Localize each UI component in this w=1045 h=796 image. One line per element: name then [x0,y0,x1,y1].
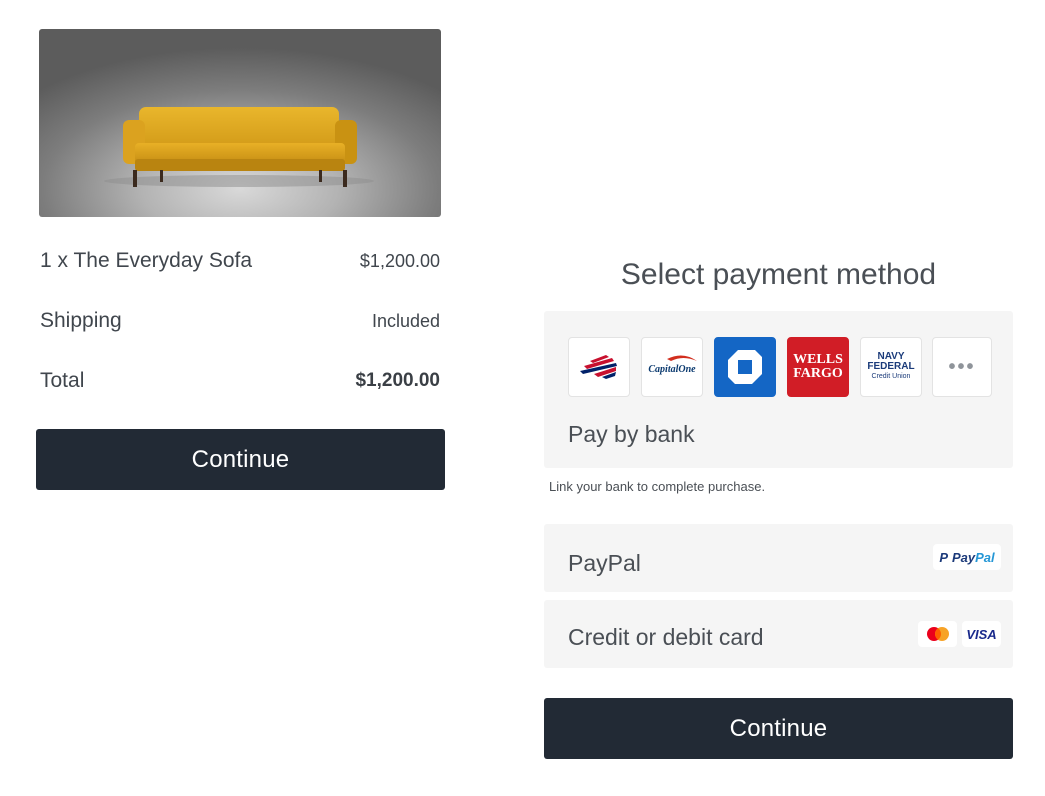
visa-icon: VISA [962,621,1001,647]
shipping-value: Included [371,310,440,331]
navy-federal-logo: NAVY FEDERAL Credit Union [867,351,915,381]
product-image [39,29,441,217]
wells-fargo-logo: WELLS FARGO [793,352,843,381]
total-row: Total $1,200.00 [40,366,440,396]
paypal-p-icon: P [939,549,948,565]
pay-by-bank-hint: Link your bank to complete purchase. [549,479,766,494]
mastercard-icon [918,621,957,647]
shipping-row: Shipping Included [40,306,440,336]
total-label: Total [40,369,85,392]
bank-of-america-tile[interactable] [568,337,630,397]
payment-continue-button[interactable]: Continue [544,698,1013,759]
checkout-page: 1 x The Everyday Sofa $1,200.00 Shipping… [0,0,1045,796]
card-option[interactable]: Credit or debit card VISA [544,600,1013,668]
card-label: Credit or debit card [568,624,764,650]
line-item-row: 1 x The Everyday Sofa $1,200.00 [40,246,440,276]
paypal-label: PayPal [568,550,641,576]
bank-of-america-flag-icon [580,355,617,379]
chase-tile[interactable] [714,337,776,397]
shipping-label: Shipping [40,309,122,332]
chase-octagon-icon [728,350,762,384]
paypal-badge: P Pay Pal [933,544,1001,570]
pay-by-bank-label: Pay by bank [568,421,695,447]
more-dots-icon: ••• [948,356,976,378]
payment-title: Select payment method [620,258,937,291]
pay-by-bank-option[interactable]: CapitalOne WELLS FARGO NAVY FEDERAL Cred… [544,311,1013,468]
wells-fargo-tile[interactable]: WELLS FARGO [787,337,849,397]
total-value: $1,200.00 [355,370,440,391]
line-item-label: 1 x The Everyday Sofa [40,249,253,272]
sofa-illustration [104,107,374,187]
order-continue-button[interactable]: Continue [36,429,445,490]
paypal-option[interactable]: PayPal P Pay Pal [544,524,1013,592]
capital-one-tile[interactable]: CapitalOne [641,337,703,397]
line-item-price: $1,200.00 [359,250,440,271]
navy-federal-tile[interactable]: NAVY FEDERAL Credit Union [860,337,922,397]
more-banks-tile[interactable]: ••• [932,337,992,397]
capital-one-logo: CapitalOne [648,363,696,375]
